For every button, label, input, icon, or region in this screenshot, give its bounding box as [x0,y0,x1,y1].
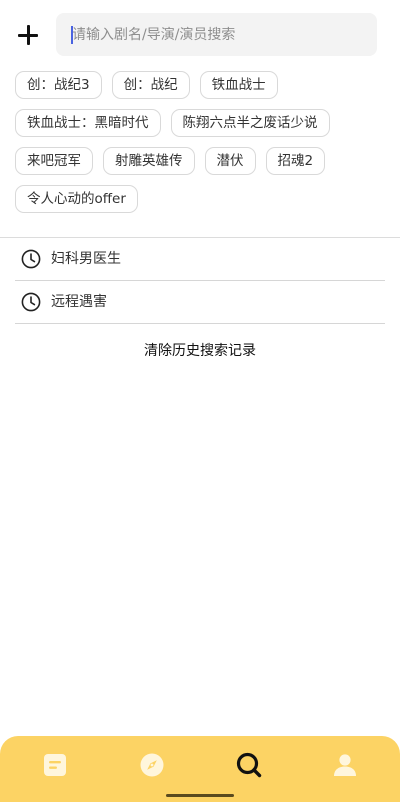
hot-tag[interactable]: 创：战纪 [111,71,190,99]
clock-icon [21,292,41,312]
clock-icon [21,249,41,269]
search-input[interactable] [56,13,377,56]
profile-icon[interactable] [332,752,358,778]
add-button[interactable] [14,21,42,49]
hot-tag[interactable]: 射雕英雄传 [103,147,195,175]
compass-icon[interactable] [139,752,165,778]
text-caret [71,26,73,44]
search-box[interactable] [56,13,377,56]
hot-tag[interactable]: 令人心动的offer [15,185,138,213]
hot-tag[interactable]: 来吧冠军 [15,147,93,175]
hot-tag[interactable]: 陈翔六点半之废话少说 [170,109,330,137]
history-item[interactable]: 远程遇害 [15,281,385,324]
hot-search-tags: 创：战纪3 创：战纪 铁血战士 铁血战士：黑暗时代 陈翔六点半之废话少说 来吧冠… [15,71,387,213]
document-icon[interactable] [42,752,68,778]
search-page: 创：战纪3 创：战纪 铁血战士 铁血战士：黑暗时代 陈翔六点半之废话少说 来吧冠… [0,0,400,802]
clear-history-button[interactable]: 清除历史搜索记录 [0,340,400,360]
history-item-label: 远程遇害 [51,294,107,310]
hot-tag[interactable]: 潜伏 [204,147,256,175]
home-indicator[interactable] [166,794,234,797]
hot-tag[interactable]: 创：战纪3 [15,71,102,99]
hot-tag[interactable]: 铁血战士 [199,71,278,99]
history-item[interactable]: 妇科男医生 [15,238,385,281]
hot-tag[interactable]: 招魂2 [265,147,326,175]
history-item-label: 妇科男医生 [51,251,121,267]
hot-tag[interactable]: 铁血战士：黑暗时代 [15,109,161,137]
bottom-nav-bar [0,736,400,802]
search-icon[interactable] [236,752,262,778]
search-history-list: 妇科男医生 远程遇害 [15,238,385,324]
search-header [0,13,400,56]
